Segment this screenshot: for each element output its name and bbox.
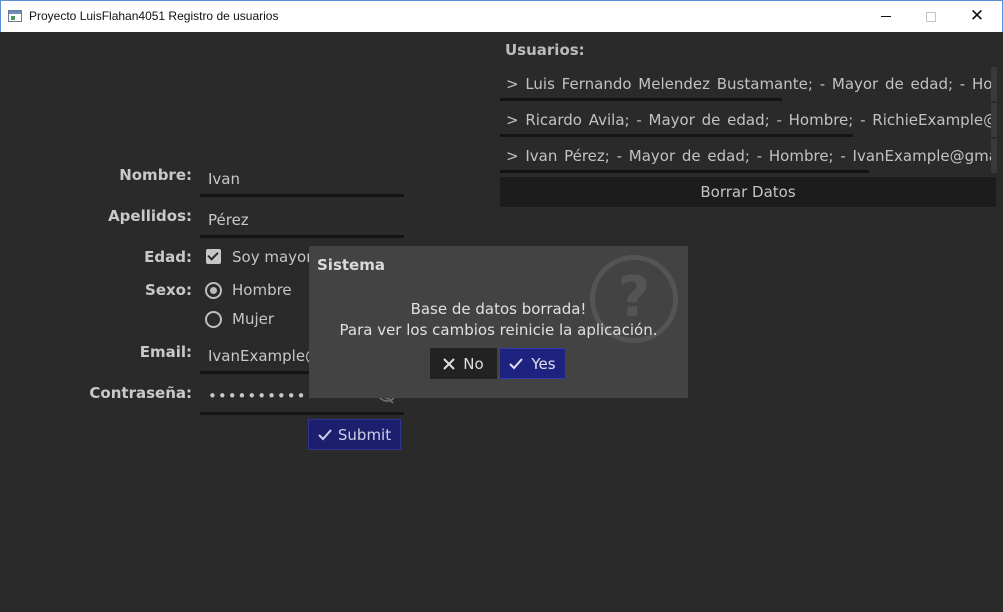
yes-label: Yes: [531, 354, 556, 373]
radio-hombre[interactable]: [205, 282, 222, 299]
email-label: Email:: [139, 343, 192, 361]
clear-data-button[interactable]: Borrar Datos: [500, 177, 996, 207]
row-scrollbar[interactable]: [991, 139, 997, 173]
apellidos-field[interactable]: Pérez: [200, 204, 404, 238]
edad-checkbox-label: Soy mayor: [232, 248, 313, 266]
user-entry-text: > Ricardo Avila; - Mayor de edad; - Homb…: [506, 111, 997, 129]
radio-hombre-label: Hombre: [232, 281, 292, 299]
user-entry-text: > Ivan Pérez; - Mayor de edad; - Hombre;…: [506, 147, 997, 165]
check-icon: [509, 357, 524, 369]
dialog-message-line1: Base de datos borrada!: [410, 300, 587, 318]
maximize-icon: [926, 11, 936, 22]
row-scrollbar[interactable]: [991, 103, 997, 137]
password-label: Contraseña:: [89, 384, 192, 402]
maximize-button[interactable]: [908, 1, 954, 32]
window-title: Proyecto LuisFlahan4051 Registro de usua…: [29, 9, 279, 23]
apellidos-label: Apellidos:: [108, 207, 192, 225]
dialog-message-line2: Para ver los cambios reinicie la aplicac…: [339, 321, 658, 339]
user-list-item[interactable]: > Ivan Pérez; - Mayor de edad; - Hombre;…: [500, 139, 997, 173]
no-button[interactable]: No: [430, 348, 497, 379]
radio-mujer-label: Mujer: [232, 310, 275, 328]
row-underline: [500, 98, 782, 101]
main-content: Nombre: Ivan Apellidos: Pérez Edad: Soy …: [0, 32, 1003, 612]
user-entry-text: > Luis Fernando Melendez Bustamante; - M…: [506, 75, 997, 93]
no-label: No: [463, 354, 484, 373]
nombre-field[interactable]: Ivan: [200, 163, 404, 197]
title-bar: Proyecto LuisFlahan4051 Registro de usua…: [0, 0, 1003, 32]
x-icon: [443, 357, 456, 370]
close-button[interactable]: ✕: [954, 1, 1000, 32]
close-icon: ✕: [969, 6, 985, 26]
minimize-button[interactable]: [863, 1, 909, 32]
submit-button[interactable]: Submit: [308, 419, 401, 450]
edad-label: Edad:: [144, 248, 192, 266]
user-list-item[interactable]: > Luis Fernando Melendez Bustamante; - M…: [500, 67, 997, 101]
nombre-value: Ivan: [208, 170, 240, 188]
minimize-icon: [881, 16, 891, 17]
nombre-label: Nombre:: [119, 166, 192, 184]
sexo-label: Sexo:: [145, 281, 192, 299]
edad-checkbox[interactable]: [206, 249, 221, 264]
submit-label: Submit: [337, 425, 392, 444]
row-underline: [500, 170, 869, 173]
row-underline: [500, 134, 853, 137]
user-list-item[interactable]: > Ricardo Avila; - Mayor de edad; - Homb…: [500, 103, 997, 137]
radio-mujer[interactable]: [205, 311, 222, 328]
dialog-title: Sistema: [317, 256, 385, 274]
check-icon: [318, 428, 332, 440]
system-dialog: Sistema ? Base de datos borrada! Para ve…: [309, 246, 688, 398]
app-icon: [8, 10, 22, 22]
apellidos-value: Pérez: [208, 211, 249, 229]
row-scrollbar[interactable]: [991, 67, 997, 101]
yes-button[interactable]: Yes: [499, 348, 566, 379]
users-title: Usuarios:: [505, 41, 585, 59]
